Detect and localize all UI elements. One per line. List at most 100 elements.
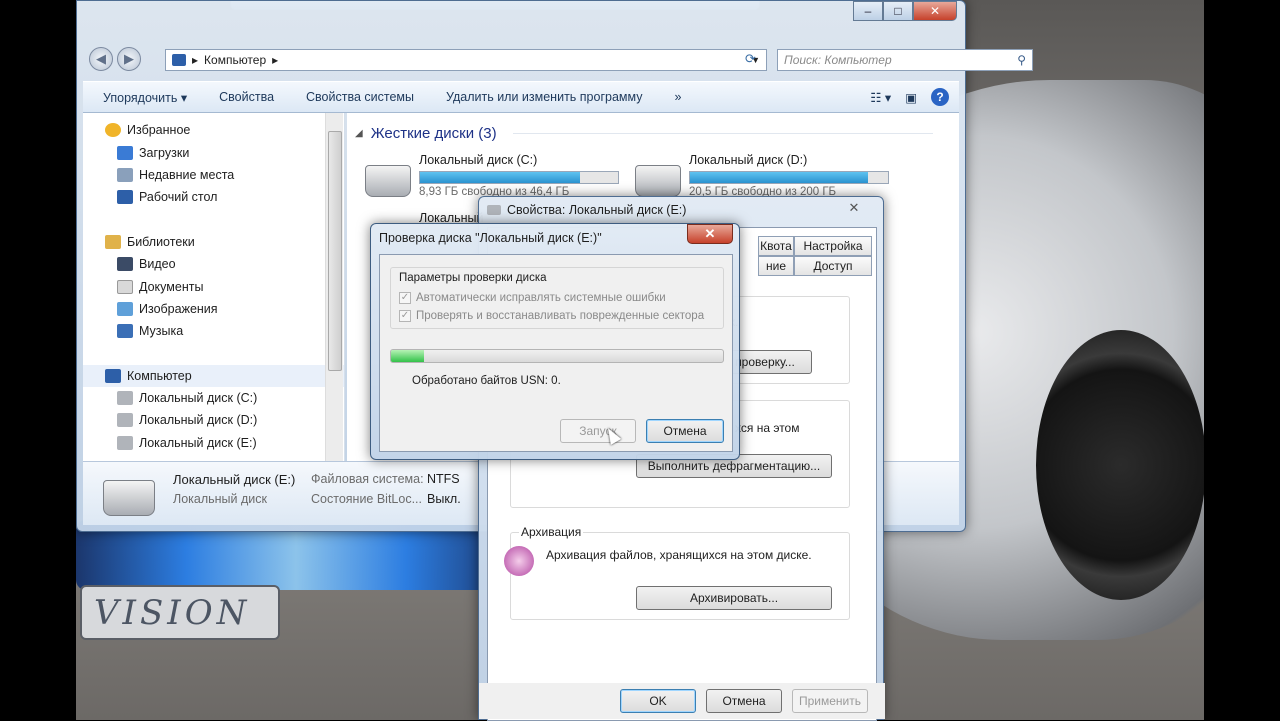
check-progress-fill [391, 350, 425, 362]
drive-d-name: Локальный диск (D:) [689, 153, 808, 167]
backup-text: Архивация файлов, хранящихся на этом дис… [546, 548, 812, 562]
license-plate: VISION [80, 585, 280, 640]
checkmark-icon: ✓ [399, 310, 411, 322]
check-progress-bar [390, 349, 724, 363]
search-placeholder: Поиск: Компьютер [784, 53, 892, 67]
nav-label: Избранное [127, 123, 191, 138]
backup-group-label: Архивация [519, 525, 584, 539]
check-disk-title: Проверка диска "Локальный диск (E:)" [379, 231, 602, 245]
check-disk-close-button[interactable]: ✕ [687, 224, 733, 244]
cancel-button[interactable]: Отмена [706, 689, 782, 713]
nav-item-recent-places[interactable]: Недавние места [83, 164, 344, 186]
group-title: Жесткие диски (3) [370, 125, 497, 142]
computer-icon [172, 54, 186, 66]
nav-label: Видео [139, 257, 176, 272]
preview-pane-icon[interactable]: ▣ [905, 90, 917, 105]
details-fs-label: Файловая система: [311, 472, 424, 486]
start-button[interactable]: Запуск [560, 419, 636, 443]
check-status-text: Обработано байтов USN: 0. [412, 375, 561, 387]
search-input[interactable]: Поиск: Компьютер ⚲ [777, 49, 1033, 71]
maximize-button[interactable]: □ [883, 1, 913, 21]
scan-sectors-checkbox[interactable]: ✓ Проверять и восстанавливать поврежденн… [399, 310, 704, 322]
nav-item-documents[interactable]: Документы [83, 275, 344, 297]
check-disk-dialog: Проверка диска "Локальный диск (E:)" ✕ П… [370, 223, 740, 460]
nav-item-libraries[interactable]: Библиотеки [83, 231, 344, 253]
back-button[interactable]: ◀ [89, 47, 113, 71]
tab-sharing[interactable]: Доступ [794, 256, 872, 276]
breadcrumb[interactable]: Компьютер [204, 53, 266, 67]
nav-label: Рабочий стол [139, 190, 218, 205]
music-icon [117, 324, 133, 339]
tab-hardware[interactable]: ние [758, 256, 794, 276]
properties-button[interactable]: Свойства [219, 90, 274, 104]
drive-c-name: Локальный диск (C:) [419, 153, 538, 167]
more-commands-button[interactable]: » [675, 90, 682, 104]
check-cancel-button[interactable]: Отмена [646, 419, 724, 443]
organize-button[interactable]: Упорядочить ▾ [103, 90, 187, 105]
drive-d-usage-fill [690, 172, 869, 183]
star-icon [105, 123, 121, 138]
nav-item-favorites[interactable]: Избранное [83, 119, 344, 141]
navigation-pane: Избранное Загрузки Недавние места Рабочи… [83, 113, 345, 461]
nav-item-computer[interactable]: Компьютер [83, 364, 344, 387]
apply-button[interactable]: Применить [792, 689, 868, 713]
car-wheel [1036, 330, 1204, 600]
nav-label: Музыка [139, 324, 184, 339]
nav-label: Компьютер [127, 368, 192, 383]
caption-buttons: – □ ✕ [853, 1, 957, 21]
nav-item-drive-e[interactable]: Локальный диск (E:) [83, 432, 344, 454]
properties-titlebar: Свойства: Локальный диск (E:) [487, 203, 686, 217]
nav-item-downloads[interactable]: Загрузки [83, 141, 344, 163]
refresh-icon[interactable]: ⟳ [745, 51, 763, 69]
nav-item-music[interactable]: Музыка [83, 320, 344, 342]
properties-button-bar: OK Отмена Применить [479, 683, 885, 719]
properties-title: Свойства: Локальный диск (E:) [507, 203, 687, 217]
view-options-icon[interactable]: ☷ ▾ [870, 90, 891, 105]
ok-button[interactable]: OK [620, 689, 696, 713]
nav-label: Локальный диск (C:) [139, 391, 258, 406]
details-bitlocker-label: Состояние BitLoc... [311, 492, 423, 506]
address-bar[interactable]: ▸ Компьютер ▸ ▼ [165, 49, 767, 71]
details-name: Локальный диск (E:) [173, 472, 296, 487]
tab-quota[interactable]: Квота [758, 236, 794, 256]
backup-button[interactable]: Архивировать... [636, 586, 832, 610]
drive-c-icon [365, 165, 411, 197]
nav-item-video[interactable]: Видео [83, 253, 344, 275]
libraries-icon [105, 234, 121, 249]
fix-errors-checkbox[interactable]: ✓ Автоматически исправлять системные оши… [399, 292, 666, 304]
forward-button[interactable]: ▶ [117, 47, 141, 71]
properties-close-button[interactable]: ✕ [839, 199, 869, 217]
uninstall-program-button[interactable]: Удалить или изменить программу [446, 90, 643, 104]
close-button[interactable]: ✕ [913, 1, 957, 21]
collapse-icon[interactable]: ◢ [355, 128, 363, 139]
nav-item-drive-d[interactable]: Локальный диск (D:) [83, 409, 344, 431]
help-icon[interactable]: ? [931, 88, 949, 106]
video-icon [117, 257, 133, 272]
details-bitlocker-value: Выкл. [427, 492, 461, 506]
nav-label: Загрузки [139, 145, 190, 160]
tab-customize[interactable]: Настройка [794, 236, 872, 256]
search-icon[interactable]: ⚲ [1017, 53, 1026, 67]
drive-tile-c[interactable]: Локальный диск (C:) 8,93 ГБ свободно из … [365, 153, 619, 198]
drive-d-usage-bar [689, 171, 889, 184]
nav-scrollbar[interactable] [325, 113, 343, 461]
checkmark-icon: ✓ [399, 292, 411, 304]
nav-item-drive-c[interactable]: Локальный диск (C:) [83, 387, 344, 409]
details-type: Локальный диск [173, 492, 267, 506]
check-disk-body: Параметры проверки диска ✓ Автоматически… [379, 254, 733, 452]
scrollbar-thumb[interactable] [328, 131, 342, 371]
drive-icon [487, 205, 501, 215]
drive-tile-d[interactable]: Локальный диск (D:) 20,5 ГБ свободно из … [635, 153, 889, 198]
group-header[interactable]: ◢ Жесткие диски (3) [355, 125, 933, 142]
nav-label: Недавние места [139, 167, 235, 182]
breadcrumb-separator: ▸ [272, 53, 279, 67]
nav-item-pictures[interactable]: Изображения [83, 298, 344, 320]
minimize-button[interactable]: – [853, 1, 883, 21]
nav-label: Документы [139, 279, 204, 294]
nav-item-desktop[interactable]: Рабочий стол [83, 186, 344, 208]
drive-icon [117, 413, 133, 428]
system-properties-button[interactable]: Свойства системы [306, 90, 414, 104]
drive-c-usage-fill [420, 172, 581, 183]
nav-label: Изображения [139, 301, 218, 316]
documents-icon [117, 279, 133, 294]
